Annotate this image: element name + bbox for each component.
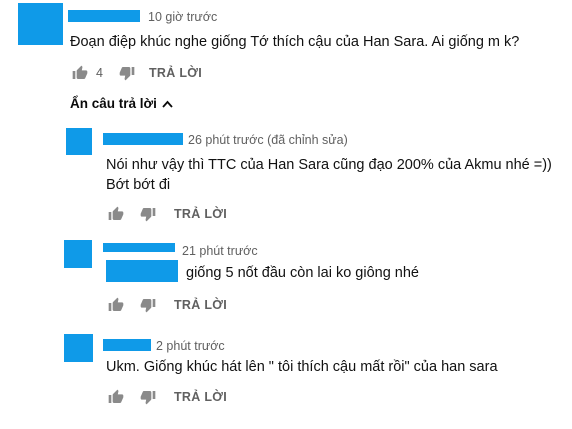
reply-author-redacted[interactable] <box>103 133 183 145</box>
thumbs-up-icon[interactable] <box>108 297 124 313</box>
thumbs-up-icon[interactable] <box>72 65 88 81</box>
reply-timestamp[interactable]: 21 phút trước <box>182 244 258 258</box>
reply-text: Bớt bớt đi <box>106 177 171 193</box>
comment-actions: 4 TRẢ LỜI <box>72 65 202 81</box>
reply-text: Ukm. Giống khúc hát lên " tôi thích cậu … <box>106 359 498 375</box>
reply-actions: TRẢ LỜI <box>108 389 227 405</box>
reply-button[interactable]: TRẢ LỜI <box>174 207 227 221</box>
reply-button[interactable]: TRẢ LỜI <box>174 390 227 404</box>
reply-avatar[interactable] <box>64 240 92 268</box>
reply-actions: TRẢ LỜI <box>108 206 227 222</box>
reply-timestamp[interactable]: 2 phút trước <box>156 339 225 353</box>
comment-timestamp[interactable]: 10 giờ trước <box>148 10 217 24</box>
reply-author-redacted[interactable] <box>103 243 175 252</box>
thumbs-down-icon[interactable] <box>140 206 156 222</box>
chevron-up-icon <box>162 100 173 108</box>
reply-actions: TRẢ LỜI <box>108 297 227 313</box>
reply-avatar[interactable] <box>66 128 92 155</box>
hide-replies-toggle[interactable]: Ẩn câu trả lời <box>70 96 173 111</box>
like-count: 4 <box>96 66 103 80</box>
avatar[interactable] <box>18 3 63 45</box>
thumbs-down-icon[interactable] <box>140 297 156 313</box>
reply-avatar[interactable] <box>64 334 93 362</box>
reply-author-redacted[interactable] <box>103 339 151 351</box>
thumbs-up-icon[interactable] <box>108 206 124 222</box>
reply-button[interactable]: TRẢ LỜI <box>174 298 227 312</box>
reply-timestamp[interactable]: 26 phút trước (đã chỉnh sửa) <box>188 133 348 147</box>
thumbs-down-icon[interactable] <box>119 65 135 81</box>
reply-text: Nói như vậy thì TTC của Han Sara cũng đạ… <box>106 157 552 173</box>
thumbs-down-icon[interactable] <box>140 389 156 405</box>
thumbs-up-icon[interactable] <box>108 389 124 405</box>
hide-replies-label: Ẩn câu trả lời <box>70 96 157 111</box>
comment-text: Đoạn điệp khúc nghe giống Tớ thích cậu c… <box>70 34 520 50</box>
author-name-redacted[interactable] <box>68 10 140 22</box>
reply-button[interactable]: TRẢ LỜI <box>149 66 202 80</box>
mention-redacted[interactable] <box>106 260 178 282</box>
reply-text: giống 5 nốt đầu còn lai ko giông nhé <box>186 265 419 281</box>
